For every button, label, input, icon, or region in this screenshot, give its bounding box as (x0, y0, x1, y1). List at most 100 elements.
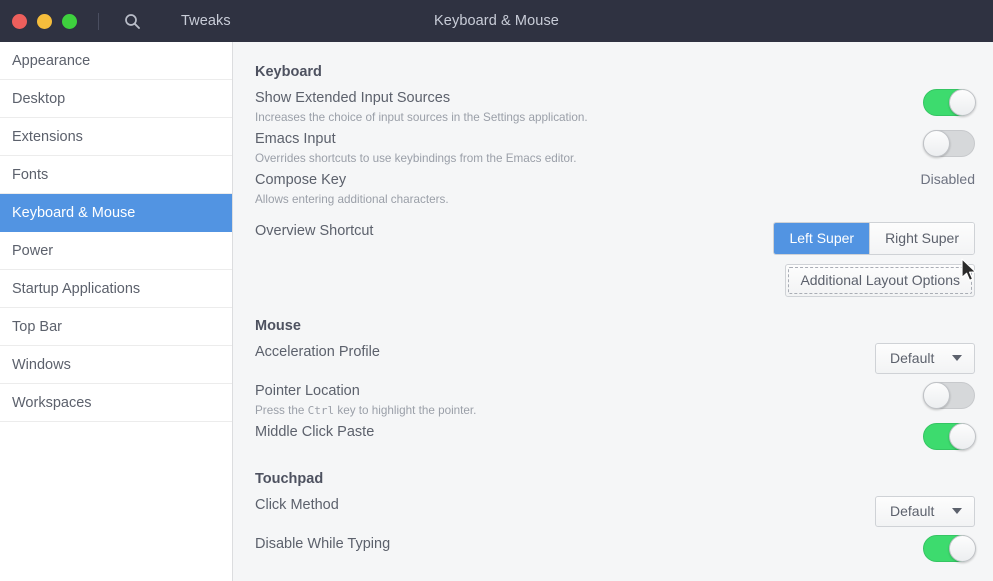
row-subtitle: Overrides shortcuts to use keybindings f… (255, 152, 577, 165)
row-emacs-input: Emacs Input Overrides shortcuts to use k… (255, 127, 975, 168)
sidebar-item-label: Appearance (12, 52, 91, 69)
row-labels: Overview Shortcut (255, 220, 373, 242)
row-title: Emacs Input (255, 131, 336, 147)
sidebar: Appearance Desktop Extensions Fonts Keyb… (0, 42, 233, 581)
row-title: Disable While Typing (255, 536, 391, 552)
row-labels: Click Method (255, 494, 339, 516)
chevron-down-icon (952, 355, 962, 361)
row-control: Disabled (885, 169, 975, 187)
mouse-section-title: Mouse (255, 318, 301, 334)
row-title: Show Extended Input Sources (255, 90, 451, 106)
search-icon[interactable] (121, 10, 143, 32)
window-body: Appearance Desktop Extensions Fonts Keyb… (0, 42, 993, 581)
sidebar-item-label: Windows (12, 356, 71, 373)
settings-content: Keyboard Show Extended Input Sources Inc… (233, 42, 993, 581)
row-show-extended-input-sources: Show Extended Input Sources Increases th… (255, 86, 976, 127)
row-subtitle: Press the Ctrl key to highlight the poin… (255, 402, 476, 419)
row-acceleration-profile: Acceleration Profile Default (255, 340, 975, 375)
toggle-show-extended-input-sources[interactable] (923, 89, 976, 116)
toggle-knob (949, 535, 976, 562)
toggle-disable-while-typing[interactable] (923, 535, 976, 562)
row-overview-shortcut: Overview Shortcut Left Super Right Super (255, 219, 975, 256)
sidebar-item-keyboard-and-mouse[interactable]: Keyboard & Mouse (0, 194, 232, 232)
row-labels: Compose Key Allows entering additional c… (255, 169, 449, 208)
touchpad-section-title: Touchpad (255, 471, 324, 487)
keyboard-section: Keyboard Show Extended Input Sources Inc… (233, 64, 993, 298)
titlebar: Tweaks Keyboard & Mouse (0, 0, 993, 42)
row-disable-while-typing: Disable While Typing (255, 532, 976, 563)
row-compose-key: Compose Key Allows entering additional c… (255, 168, 975, 209)
row-click-method: Click Method Default (255, 493, 975, 528)
dropdown-value: Default (890, 350, 935, 366)
sidebar-item-fonts[interactable]: Fonts (0, 156, 232, 194)
toggle-knob (923, 130, 950, 157)
chevron-down-icon (952, 508, 962, 514)
tweaks-window: Tweaks Keyboard & Mouse Appearance Deskt… (0, 0, 993, 581)
maximize-window-button[interactable] (62, 13, 77, 29)
row-control (885, 87, 976, 116)
click-method-dropdown[interactable]: Default (875, 496, 975, 527)
compose-key-value[interactable]: Disabled (921, 171, 975, 187)
row-labels: Middle Click Paste (255, 421, 374, 443)
sidebar-item-startup-applications[interactable]: Startup Applications (0, 270, 232, 308)
mouse-section: Mouse Acceleration Profile Default Point… (233, 318, 993, 451)
row-control (885, 533, 976, 562)
row-subtitle: Increases the choice of input sources in… (255, 111, 588, 124)
sidebar-item-workspaces[interactable]: Workspaces (0, 384, 232, 422)
minimize-window-button[interactable] (37, 13, 52, 29)
row-title: Compose Key (255, 172, 347, 188)
subtitle-key: Ctrl (307, 404, 335, 417)
row-labels: Pointer Location Press the Ctrl key to h… (255, 380, 476, 419)
additional-layout-options-button[interactable]: Additional Layout Options (785, 264, 975, 297)
segment-left-super[interactable]: Left Super (774, 223, 870, 254)
sidebar-item-appearance[interactable]: Appearance (0, 42, 232, 80)
sidebar-item-windows[interactable]: Windows (0, 346, 232, 384)
toggle-emacs-input[interactable] (923, 130, 975, 157)
toggle-pointer-location[interactable] (923, 382, 975, 409)
titlebar-separator (98, 12, 99, 30)
sidebar-item-label: Power (12, 242, 54, 259)
row-title: Middle Click Paste (255, 424, 375, 440)
sidebar-item-extensions[interactable]: Extensions (0, 118, 232, 156)
row-labels: Disable While Typing (255, 533, 390, 555)
acceleration-profile-dropdown[interactable]: Default (875, 343, 975, 374)
subtitle-prefix: Press the (255, 404, 308, 417)
row-additional-layout-options: Additional Layout Options (255, 261, 975, 298)
toggle-knob (949, 423, 976, 450)
row-control: Default (875, 494, 975, 527)
app-name: Tweaks (181, 13, 231, 29)
dropdown-value: Default (890, 503, 935, 519)
sidebar-item-power[interactable]: Power (0, 232, 232, 270)
subtitle-suffix: key to highlight the pointer. (334, 404, 477, 417)
row-labels: Emacs Input Overrides shortcuts to use k… (255, 128, 577, 167)
row-control: Additional Layout Options (785, 262, 975, 297)
touchpad-section: Touchpad Click Method Default Disable Wh… (233, 471, 993, 563)
row-subtitle: Allows entering additional characters. (255, 193, 449, 206)
toggle-knob (949, 89, 976, 116)
sidebar-item-top-bar[interactable]: Top Bar (0, 308, 232, 346)
sidebar-item-desktop[interactable]: Desktop (0, 80, 232, 118)
row-control (885, 128, 975, 157)
row-control (885, 421, 976, 450)
sidebar-item-label: Startup Applications (12, 280, 141, 297)
keyboard-section-title: Keyboard (255, 64, 322, 80)
row-control (885, 380, 975, 409)
row-title: Pointer Location (255, 383, 360, 399)
row-labels: Show Extended Input Sources Increases th… (255, 87, 588, 126)
sidebar-item-label: Top Bar (12, 318, 62, 335)
row-labels: Acceleration Profile (255, 341, 380, 363)
row-title: Acceleration Profile (255, 344, 380, 360)
sidebar-item-label: Extensions (12, 128, 83, 145)
row-pointer-location: Pointer Location Press the Ctrl key to h… (255, 379, 975, 420)
sidebar-item-label: Keyboard & Mouse (12, 204, 136, 221)
row-middle-click-paste: Middle Click Paste (255, 420, 976, 451)
sidebar-item-label: Desktop (12, 90, 66, 107)
toggle-middle-click-paste[interactable] (923, 423, 976, 450)
window-controls: Tweaks (0, 10, 231, 32)
segment-right-super[interactable]: Right Super (869, 223, 974, 254)
sidebar-item-label: Workspaces (12, 394, 92, 411)
row-control: Default (875, 341, 975, 374)
close-window-button[interactable] (12, 13, 27, 29)
